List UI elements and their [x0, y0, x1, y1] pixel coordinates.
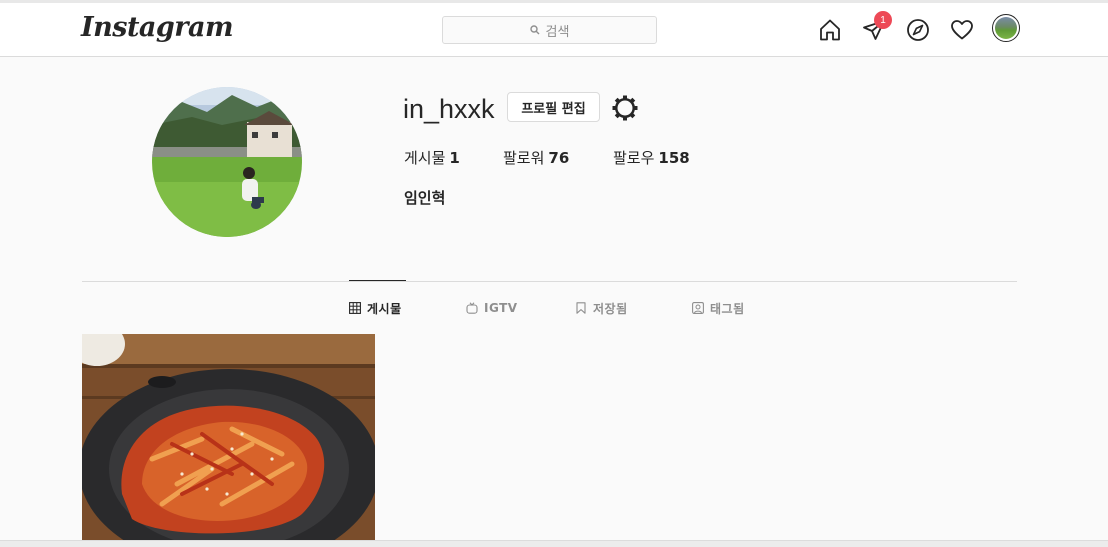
top-navbar: Instagram 검색 1: [0, 3, 1108, 57]
stat-following-label: 팔로우: [613, 149, 655, 167]
stat-following-count: 158: [658, 149, 690, 167]
bookmark-icon: [575, 302, 587, 314]
profile-username: in_hxxk: [403, 94, 495, 124]
tabs-divider: [82, 281, 1017, 282]
stat-posts: 게시물 1: [404, 147, 460, 168]
grid-icon: [349, 302, 361, 314]
profile-full-name: 임인혁: [404, 189, 446, 207]
stat-posts-label: 게시물: [404, 149, 446, 167]
edit-profile-button[interactable]: 프로필 편집: [507, 92, 600, 122]
nav-profile-avatar[interactable]: [992, 14, 1020, 42]
notification-badge: 1: [874, 11, 892, 29]
stat-followers-label: 팔로워: [503, 149, 545, 167]
settings-gear-icon[interactable]: [612, 95, 638, 121]
post-thumbnail[interactable]: [82, 334, 375, 540]
stat-followers[interactable]: 팔로워 76: [503, 147, 569, 168]
stat-following[interactable]: 팔로우 158: [613, 147, 690, 168]
nav-icon-group: 1: [0, 11, 1108, 45]
direct-message-icon[interactable]: 1: [861, 11, 892, 43]
avatar-image: [995, 17, 1017, 39]
tab-igtv[interactable]: IGTV: [466, 300, 518, 316]
active-tab-indicator: [349, 280, 406, 281]
stat-posts-count: 1: [449, 149, 460, 167]
explore-compass-icon[interactable]: [905, 17, 931, 43]
igtv-icon: [466, 302, 478, 314]
tab-tagged[interactable]: 태그됨: [692, 300, 745, 316]
tagged-icon: [692, 302, 704, 314]
tab-saved-label: 저장됨: [593, 301, 628, 316]
tab-posts[interactable]: 게시물: [349, 300, 402, 316]
tab-tagged-label: 태그됨: [710, 301, 745, 316]
tab-igtv-label: IGTV: [484, 301, 518, 315]
window-bottom-edge: [0, 540, 1108, 547]
tab-saved[interactable]: 저장됨: [575, 300, 628, 316]
stat-followers-count: 76: [548, 149, 570, 167]
activity-heart-icon[interactable]: [949, 17, 975, 43]
profile-photo[interactable]: [152, 87, 302, 237]
tab-posts-label: 게시물: [367, 301, 402, 316]
home-icon[interactable]: [817, 17, 843, 43]
